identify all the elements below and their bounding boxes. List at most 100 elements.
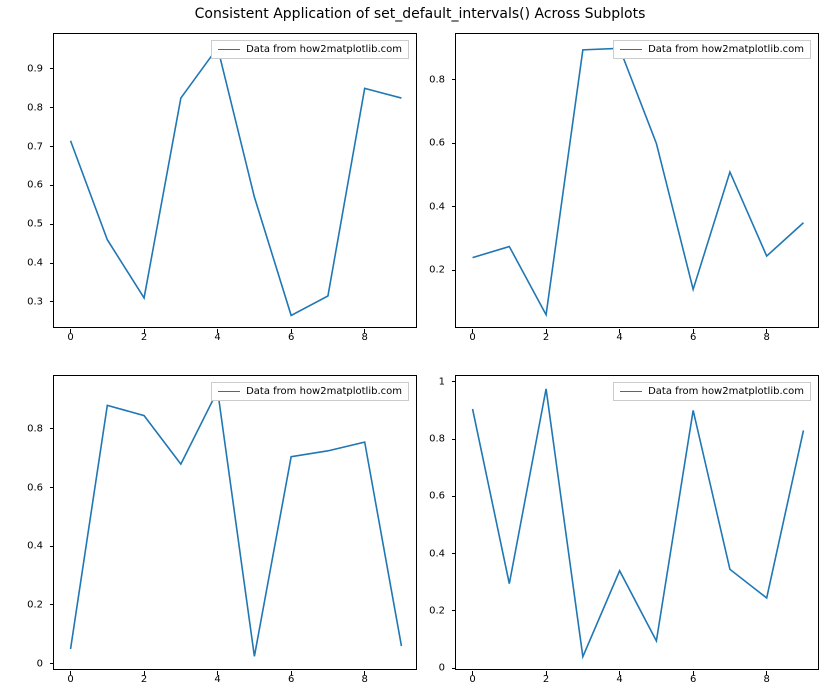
x-tick-label: 0: [469, 674, 475, 685]
data-line: [473, 389, 804, 657]
data-line: [71, 48, 402, 316]
x-tick-label: 8: [763, 674, 769, 685]
y-tick-label: 0.6: [27, 180, 43, 191]
y-tick-mark: [452, 553, 456, 554]
y-tick-label: 0.3: [27, 296, 43, 307]
legend-label: Data from how2matplotlib.com: [246, 386, 402, 397]
x-tick-mark: [766, 671, 767, 675]
y-tick-label: 0: [37, 658, 43, 669]
x-tick-mark: [693, 671, 694, 675]
plot-svg: [456, 376, 818, 669]
y-tick-label: 1: [439, 376, 445, 387]
x-tick-mark: [619, 329, 620, 333]
x-tick-label: 2: [543, 674, 549, 685]
y-tick-mark: [50, 68, 54, 69]
y-tick-label: 0.4: [429, 201, 445, 212]
y-tick-mark: [452, 439, 456, 440]
x-tick-mark: [693, 329, 694, 333]
legend: Data from how2matplotlib.com: [211, 40, 409, 59]
y-tick-mark: [452, 496, 456, 497]
x-tick-mark: [291, 671, 292, 675]
y-tick-label: 0.8: [27, 102, 43, 113]
y-tick-label: 0.2: [429, 265, 445, 276]
y-tick-label: 0.7: [27, 141, 43, 152]
x-tick-label: 0: [67, 332, 73, 343]
data-line: [71, 391, 402, 657]
y-tick-mark: [452, 79, 456, 80]
x-tick-mark: [217, 329, 218, 333]
data-line: [473, 48, 804, 314]
y-tick-mark: [452, 381, 456, 382]
y-tick-label: 0.4: [27, 541, 43, 552]
legend-line-icon: [620, 391, 642, 392]
x-tick-label: 0: [469, 332, 475, 343]
x-tick-label: 8: [361, 674, 367, 685]
x-tick-label: 4: [616, 332, 622, 343]
x-tick-label: 6: [690, 674, 696, 685]
y-tick-mark: [452, 270, 456, 271]
x-tick-label: 6: [288, 332, 294, 343]
y-tick-label: 0.2: [429, 605, 445, 616]
y-tick-label: 0.8: [27, 423, 43, 434]
x-tick-mark: [217, 671, 218, 675]
y-tick-label: 0.6: [429, 138, 445, 149]
y-tick-mark: [452, 206, 456, 207]
suptitle: Consistent Application of set_default_in…: [0, 6, 840, 22]
y-tick-mark: [50, 428, 54, 429]
x-tick-mark: [70, 671, 71, 675]
figure: Consistent Application of set_default_in…: [0, 0, 840, 700]
y-tick-mark: [50, 224, 54, 225]
y-tick-mark: [50, 107, 54, 108]
y-tick-mark: [50, 146, 54, 147]
legend: Data from how2matplotlib.com: [613, 382, 811, 401]
y-tick-label: 0.8: [429, 434, 445, 445]
y-tick-mark: [50, 301, 54, 302]
legend-line-icon: [620, 49, 642, 50]
y-tick-label: 0: [439, 663, 445, 674]
legend-label: Data from how2matplotlib.com: [648, 386, 804, 397]
x-tick-mark: [546, 671, 547, 675]
x-tick-mark: [619, 671, 620, 675]
y-tick-label: 0.8: [429, 74, 445, 85]
x-tick-mark: [766, 329, 767, 333]
x-tick-label: 8: [361, 332, 367, 343]
y-tick-label: 0.4: [27, 258, 43, 269]
y-tick-label: 0.5: [27, 219, 43, 230]
x-tick-label: 2: [141, 332, 147, 343]
x-tick-mark: [364, 671, 365, 675]
x-tick-mark: [472, 329, 473, 333]
subplot-bottom-right: Data from how2matplotlib.com 02468 00.20…: [455, 375, 819, 670]
x-tick-mark: [364, 329, 365, 333]
legend: Data from how2matplotlib.com: [211, 382, 409, 401]
plot-svg: [456, 34, 818, 327]
x-tick-mark: [70, 329, 71, 333]
x-tick-mark: [472, 671, 473, 675]
legend-label: Data from how2matplotlib.com: [246, 44, 402, 55]
y-tick-label: 0.2: [27, 599, 43, 610]
legend-label: Data from how2matplotlib.com: [648, 44, 804, 55]
x-tick-label: 6: [690, 332, 696, 343]
y-tick-label: 0.6: [27, 482, 43, 493]
x-tick-label: 4: [214, 674, 220, 685]
legend-line-icon: [218, 49, 240, 50]
subplot-top-left: Data from how2matplotlib.com 02468 0.30.…: [53, 33, 417, 328]
y-tick-mark: [50, 263, 54, 264]
x-tick-label: 8: [763, 332, 769, 343]
plot-svg: [54, 376, 416, 669]
x-tick-mark: [291, 329, 292, 333]
x-tick-label: 4: [214, 332, 220, 343]
x-tick-mark: [144, 329, 145, 333]
x-tick-label: 6: [288, 674, 294, 685]
y-tick-mark: [50, 546, 54, 547]
subplot-top-right: Data from how2matplotlib.com 02468 0.20.…: [455, 33, 819, 328]
x-tick-mark: [144, 671, 145, 675]
y-tick-mark: [50, 663, 54, 664]
x-tick-mark: [546, 329, 547, 333]
y-tick-label: 0.6: [429, 491, 445, 502]
y-tick-label: 0.9: [27, 63, 43, 74]
y-tick-mark: [452, 610, 456, 611]
y-tick-mark: [452, 668, 456, 669]
y-tick-mark: [50, 604, 54, 605]
y-tick-label: 0.4: [429, 548, 445, 559]
x-tick-label: 4: [616, 674, 622, 685]
